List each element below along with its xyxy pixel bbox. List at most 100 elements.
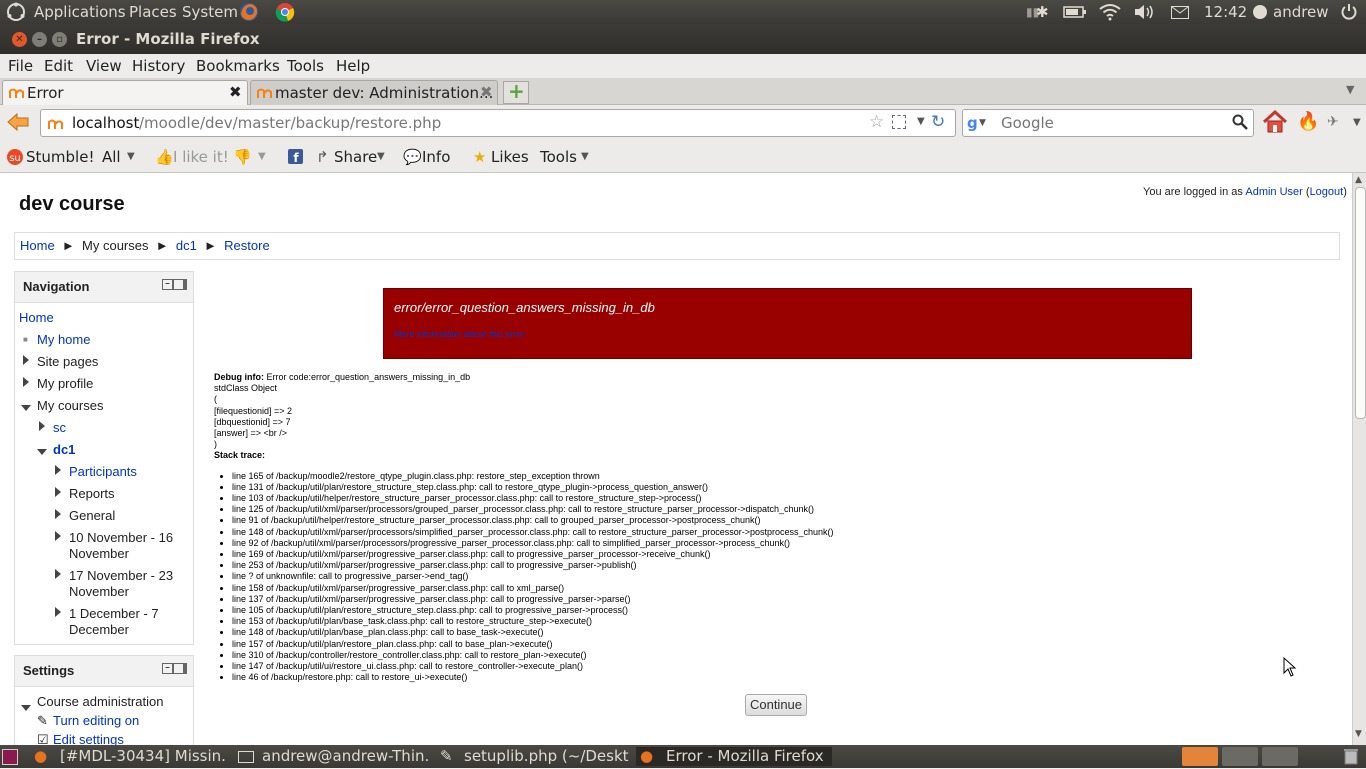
ubuntu-logo-icon[interactable] [6,2,26,26]
nav-course-dc1[interactable]: dc1 [53,442,75,458]
menu-edit[interactable]: Edit [44,57,73,75]
like-button[interactable]: I like it! [173,148,229,166]
new-tab-button[interactable]: + [503,79,529,104]
dock-block-icon[interactable] [173,279,187,290]
menu-view[interactable]: View [86,57,122,75]
collapse-block-icon[interactable]: – [162,663,173,674]
share-button[interactable]: Share [334,148,377,166]
search-engine-dropdown-icon[interactable]: ▼ [979,118,986,128]
search-icon[interactable] [1232,114,1248,134]
site-identity-icon[interactable] [48,115,64,135]
url-history-dropdown-icon[interactable]: ▼ [917,116,925,127]
logout-link[interactable]: Logout [1310,186,1344,198]
power-icon[interactable] [1340,3,1358,25]
trash-icon[interactable] [1343,747,1359,769]
nav-my-profile[interactable]: My profile [37,376,93,392]
page-scrollbar[interactable]: ▲ ▼ [1352,173,1366,745]
wifi-icon[interactable] [1099,3,1121,25]
admin-user-link[interactable]: Admin User [1245,186,1302,198]
task-mdl-bug[interactable]: ● [#MDL-30434] Missin... [30,747,226,766]
dock-block-icon[interactable] [173,663,187,674]
breadcrumb-restore[interactable]: Restore [224,238,270,253]
settings-course-admin[interactable]: Course administration [37,694,163,710]
expand-icon[interactable] [55,509,61,519]
collapse-icon[interactable] [37,449,47,455]
tab-close-icon[interactable]: ✖ [480,83,493,101]
turn-editing-on-link[interactable]: Turn editing on [53,713,139,729]
task-setuplib[interactable]: ✎ setuplib.php (~/Deskt... [434,747,630,766]
all-dropdown[interactable]: All [102,148,121,166]
nav-course-sc[interactable]: sc [53,420,66,436]
collapse-icon[interactable] [21,405,31,411]
workspace-2-chrome-icon[interactable] [1222,747,1258,766]
firebug-flame-icon[interactable]: 🔥 [1297,111,1319,132]
menu-file[interactable]: File [8,57,33,75]
workspace-1-firefox-icon[interactable] [1182,747,1218,766]
task-terminal[interactable]: andrew@andrew-Thin... [232,747,428,766]
expand-icon[interactable] [55,531,61,541]
tab-master-dev[interactable]: master dev: Administration... ✖ [250,80,498,105]
bookmark-star-icon[interactable]: ☆ [869,112,884,132]
back-icon[interactable] [6,112,30,136]
expand-icon[interactable] [55,487,61,497]
menu-system[interactable]: System [182,3,238,21]
menu-places[interactable]: Places [129,3,177,21]
expand-icon[interactable] [23,377,29,387]
scrollbar-thumb[interactable] [1355,187,1366,419]
nav-participants[interactable]: Participants [69,464,137,480]
likes-button[interactable]: Likes [491,148,529,166]
tab-error[interactable]: Error ✖ [2,80,248,105]
volume-icon[interactable] [1133,4,1155,24]
more-info-link[interactable]: More information about this error [394,329,525,339]
thumbs-down-icon[interactable]: 👎 [233,148,252,166]
search-bar[interactable]: g ▼ [962,109,1254,137]
search-engine-icon[interactable]: g [967,114,978,132]
menu-applications[interactable]: Applications [34,3,126,21]
info-button[interactable]: Info [422,148,450,166]
expand-icon[interactable] [39,421,45,431]
bluetooth-icon[interactable]: ✱ [1036,3,1049,21]
nav-site-pages[interactable]: Site pages [37,354,98,370]
tools-dropdown[interactable]: Tools [540,148,577,166]
addon-dropdown-icon[interactable]: ▼ [1353,117,1361,128]
breadcrumb-home[interactable]: Home [20,238,55,253]
menu-history[interactable]: History [132,57,185,75]
breadcrumb-dc1[interactable]: dc1 [176,238,197,253]
battery-icon[interactable] [1063,5,1087,23]
scroll-up-icon[interactable]: ▲ [1355,175,1362,185]
list-all-tabs-icon[interactable]: ▼ [1346,83,1354,96]
addon-bug-icon[interactable]: ✈ [1327,114,1339,130]
nav-my-courses[interactable]: My courses [37,398,103,414]
nav-week-3[interactable]: 1 December - 7 December [69,606,184,638]
user-name[interactable]: andrew [1273,3,1329,21]
expand-icon[interactable] [55,607,61,617]
expand-icon[interactable] [55,569,61,579]
continue-button[interactable]: Continue [745,694,807,716]
minimize-window-icon[interactable]: – [32,32,47,47]
edit-settings-link[interactable]: Edit settings [53,732,124,745]
nav-home[interactable]: Home [19,310,54,326]
nav-week-1[interactable]: 10 November - 16 November [69,530,184,562]
reload-icon[interactable]: ↻ [931,112,945,132]
menu-help[interactable]: Help [336,57,370,75]
task-firefox-error[interactable]: ● Error - Mozilla Firefox [636,747,832,766]
workspace-3-icon[interactable] [1262,747,1298,766]
expand-icon[interactable] [55,465,61,475]
nav-week-2[interactable]: 17 November - 23 November [69,568,184,600]
mail-icon[interactable] [1171,5,1189,23]
menu-bookmarks[interactable]: Bookmarks [196,57,280,75]
collapse-block-icon[interactable]: – [162,279,173,290]
nav-general[interactable]: General [69,508,115,524]
close-window-icon[interactable]: ✕ [12,32,27,47]
stumble-button[interactable]: Stumble! [26,148,94,166]
menu-tools[interactable]: Tools [287,57,324,75]
nav-my-home[interactable]: My home [37,332,90,348]
expand-icon[interactable] [23,355,29,365]
home-icon[interactable] [1262,109,1288,138]
tab-close-icon[interactable]: ✖ [229,83,242,101]
nav-reports[interactable]: Reports [69,486,115,502]
search-input[interactable] [999,113,1229,133]
scroll-down-icon[interactable]: ▼ [1355,729,1362,739]
clock[interactable]: 12:42 [1204,3,1247,21]
maximize-window-icon[interactable]: ▫ [52,32,67,47]
